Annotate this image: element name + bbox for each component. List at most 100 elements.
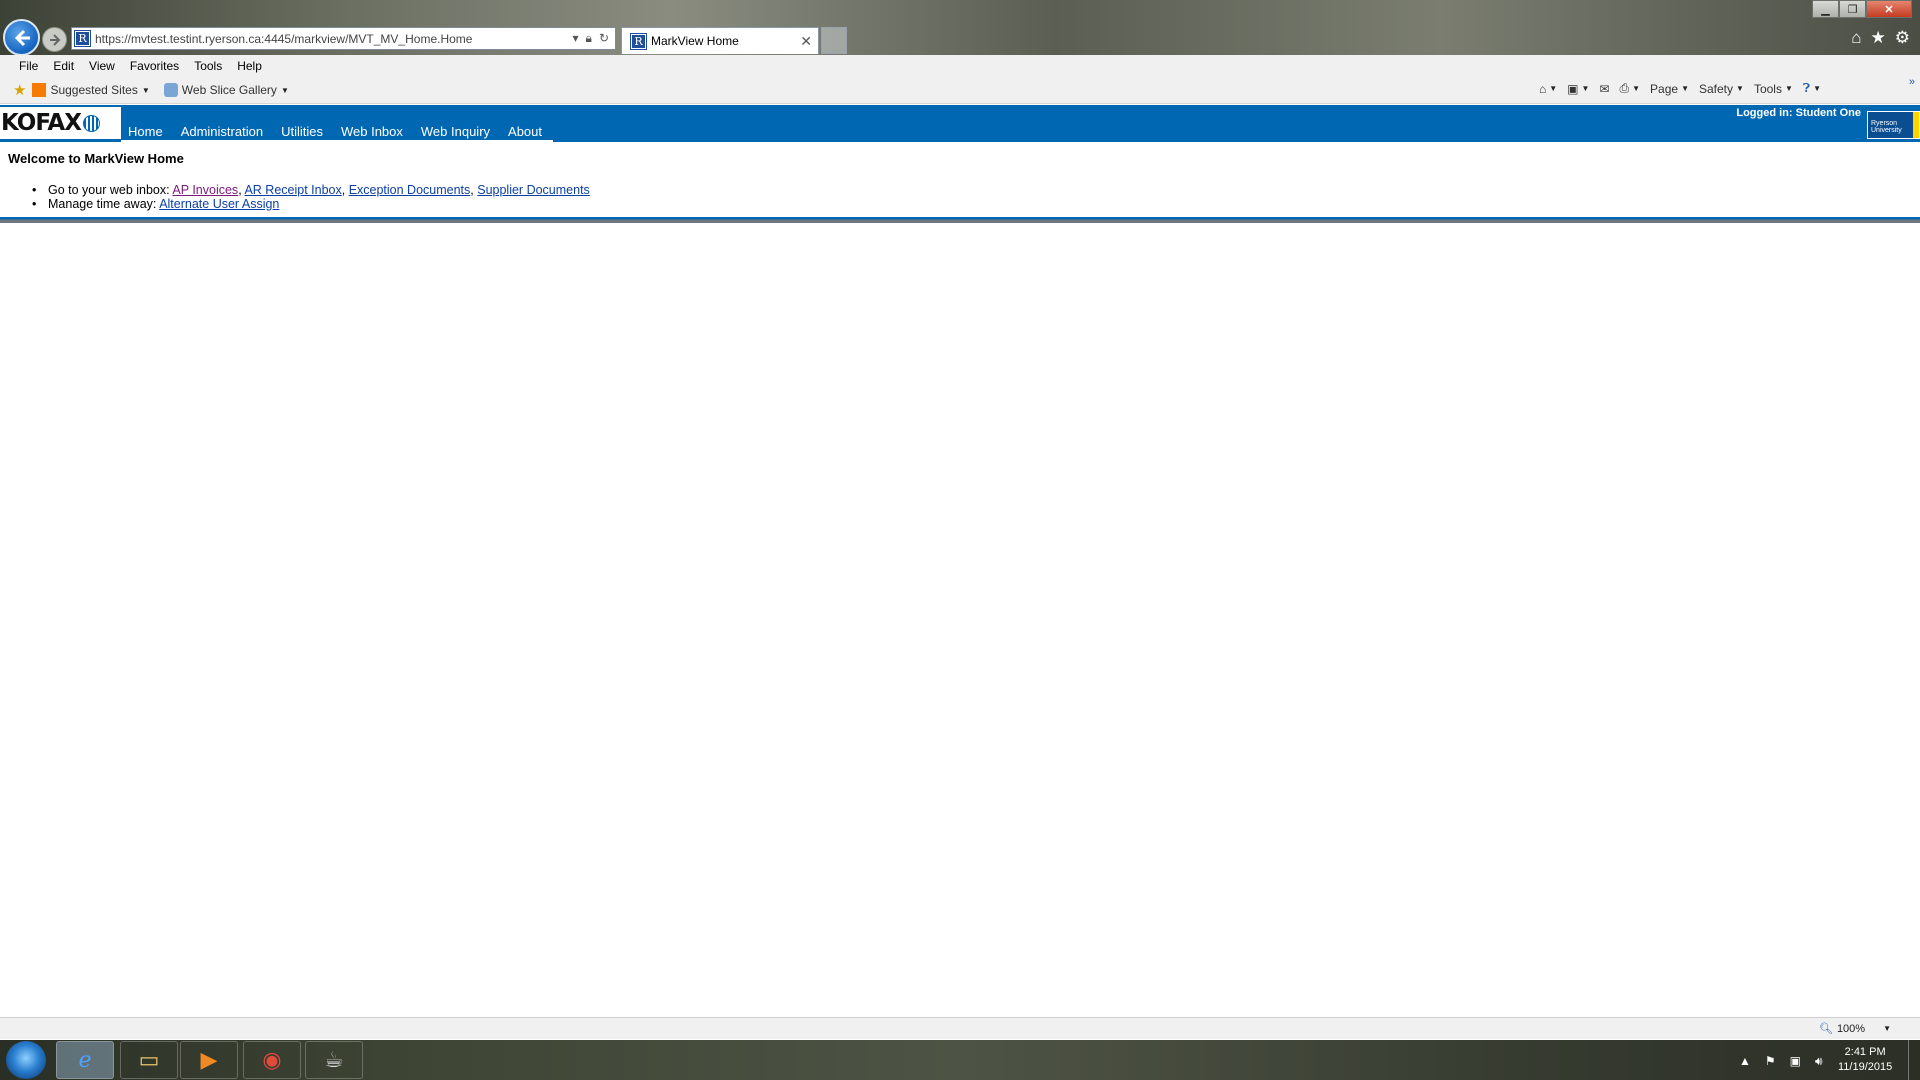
taskbar-media-player[interactable]: ▶ (180, 1041, 238, 1079)
nav-administration[interactable]: Administration (174, 124, 272, 140)
home-command[interactable]: ⌂ ▼ (1539, 82, 1557, 96)
menu-favorites[interactable]: Favorites (130, 59, 179, 73)
back-button[interactable] (3, 19, 40, 56)
logged-in-user: Logged in: Student One (1736, 107, 1861, 119)
show-desktop-button[interactable] (1908, 1040, 1920, 1080)
back-arrow-icon (14, 29, 30, 46)
tab-title: MarkView Home (651, 34, 739, 48)
page-menu-label: Page (1650, 81, 1679, 96)
media-player-icon: ▶ (200, 1047, 218, 1072)
globe-icon (82, 114, 100, 132)
print-command[interactable]: ⎙ ▼ (1620, 81, 1641, 96)
chevron-down-icon: ▼ (1736, 84, 1744, 93)
tools-menu[interactable]: Tools ▼ (1754, 82, 1793, 96)
settings-gear-icon[interactable]: ⚙ (1895, 28, 1910, 48)
add-favorite-star-icon[interactable]: ★ (13, 81, 26, 99)
page-divider (0, 217, 1920, 223)
list-item: Go to your web inbox: AP Invoices, AR Re… (32, 183, 590, 197)
menu-file[interactable]: File (19, 59, 38, 73)
list-item: Manage time away: Alternate User Assign (32, 197, 590, 211)
dropdown-icon[interactable]: ▾ (573, 31, 579, 46)
windows-taskbar: e ▭ ▶ ◉ ☕︎ ▲ ⚑ ▣ 🔊︎ 2:41 PM 11/19/2015 (0, 1040, 1920, 1080)
link-alternate-user-assign[interactable]: Alternate User Assign (159, 197, 279, 211)
restore-button[interactable]: ❐ (1839, 0, 1866, 18)
show-hidden-icons-icon[interactable]: ▲ (1739, 1054, 1751, 1069)
printer-icon: ⎙ (1619, 81, 1630, 95)
lock-icon[interactable]: 🔒︎ (586, 31, 592, 46)
nav-home[interactable]: Home (121, 124, 172, 140)
nav-web-inquiry[interactable]: Web Inquiry (414, 124, 499, 140)
forward-button[interactable] (42, 27, 67, 52)
close-window-button[interactable]: ✕ (1866, 0, 1912, 18)
site-favicon-icon: R (74, 30, 91, 47)
browser-titlebar: R https://mvtest.testint.ryerson.ca:4445… (0, 0, 1920, 56)
zoom-level: 100% (1836, 1022, 1866, 1035)
command-bar: ⌂ ▼ ▣ ▼ ✉ ⎙ ▼ Page ▼ Safety ▼ Tools ▼ ❓︎ ▼ (1539, 81, 1821, 96)
refresh-icon[interactable]: ↻ (599, 31, 609, 46)
chevron-down-icon: ▼ (1883, 1024, 1891, 1033)
link-supplier-documents[interactable]: Supplier Documents (477, 183, 590, 197)
chevron-down-icon: ▼ (1632, 84, 1641, 93)
nav-utilities[interactable]: Utilities (274, 124, 332, 140)
zoom-control[interactable]: 🔍︎ 100% ▼ (1819, 1022, 1891, 1036)
nav-web-inbox[interactable]: Web Inbox (334, 124, 412, 140)
taskbar-internet-explorer[interactable]: e (56, 1041, 114, 1079)
java-icon: ☕︎ (324, 1047, 344, 1072)
toolbar-overflow-chevron-icon[interactable]: » (1909, 76, 1915, 88)
taskbar-clock[interactable]: 2:41 PM 11/19/2015 (1838, 1045, 1892, 1075)
app-navigation: Home Administration Utilities Web Inbox … (121, 105, 554, 142)
start-button[interactable] (6, 1041, 46, 1079)
address-url[interactable]: https://mvtest.testint.ryerson.ca:4445/m… (95, 32, 573, 46)
tab-favicon-icon: R (630, 32, 647, 50)
action-center-flag-icon[interactable]: ⚑ (1765, 1054, 1776, 1069)
chevron-down-icon: ▼ (1813, 84, 1822, 93)
system-tray: ▲ ⚑ ▣ 🔊︎ (1739, 1054, 1823, 1069)
link-ap-invoices[interactable]: AP Invoices (172, 183, 238, 197)
window-controls: ▁ ❐ ✕ (1812, 0, 1912, 18)
menu-help[interactable]: Help (237, 59, 262, 73)
status-bar: 🔍︎ 100% ▼ (0, 1017, 1920, 1039)
chevron-down-icon: ▼ (1681, 84, 1689, 93)
inbox-prefix: Go to your web inbox: (48, 183, 170, 197)
menu-view[interactable]: View (89, 59, 115, 73)
favorite-suggested-sites[interactable]: Suggested Sites ▼ (32, 83, 150, 97)
institution-name-line1: Ryerson (1871, 120, 1898, 127)
favorites-bar: ★ Suggested Sites ▼ Web Slice Gallery ▼ … (0, 76, 1920, 104)
close-tab-icon[interactable]: ✕ (800, 33, 812, 50)
network-icon[interactable]: ▣ (1790, 1054, 1801, 1069)
taskbar-file-explorer[interactable]: ▭ (120, 1041, 178, 1079)
page-menu[interactable]: Page ▼ (1650, 82, 1689, 96)
help-menu[interactable]: ❓︎ ▼ (1803, 81, 1821, 96)
link-ar-receipt-inbox[interactable]: AR Receipt Inbox (244, 183, 341, 197)
tools-menu-label: Tools (1753, 81, 1782, 96)
feeds-command[interactable]: ▣ ▼ (1567, 82, 1589, 96)
address-bar[interactable]: R https://mvtest.testint.ryerson.ca:4445… (71, 27, 616, 50)
tab-markview-home[interactable]: R MarkView Home ✕ (621, 27, 819, 54)
favorites-star-icon[interactable]: ★ (1871, 28, 1886, 48)
taskbar-chrome[interactable]: ◉ (243, 1041, 301, 1079)
link-exception-documents[interactable]: Exception Documents (349, 183, 471, 197)
mail-icon: ✉ (1599, 81, 1610, 96)
page-title: Welcome to MarkView Home (8, 151, 184, 166)
safety-menu[interactable]: Safety ▼ (1699, 82, 1744, 96)
favorite-web-slice-gallery[interactable]: Web Slice Gallery ▼ (163, 83, 289, 97)
rss-feed-icon: ▣ (1567, 81, 1579, 96)
read-mail-command[interactable]: ✉ (1599, 82, 1609, 96)
chevron-down-icon: ▼ (1581, 84, 1590, 93)
clock-time: 2:41 PM (1844, 1046, 1886, 1058)
time-away-prefix: Manage time away: (48, 197, 157, 211)
minimize-button[interactable]: ▁ (1812, 0, 1839, 18)
app-header: KOFAX Home Administration Utilities Web … (0, 105, 1920, 142)
chevron-down-icon: ▼ (141, 85, 150, 95)
new-tab-button[interactable] (821, 27, 847, 54)
folder-icon: ▭ (138, 1047, 160, 1072)
menu-edit[interactable]: Edit (53, 59, 74, 73)
menu-tools[interactable]: Tools (194, 59, 222, 73)
web-slice-icon (163, 83, 178, 97)
menu-bar: File Edit View Favorites Tools Help (0, 55, 1920, 76)
volume-icon[interactable]: 🔊︎ (1815, 1054, 1823, 1069)
home-icon[interactable]: ⌂ (1851, 28, 1861, 48)
taskbar-java[interactable]: ☕︎ (305, 1041, 363, 1079)
logo-text: KOFAX (1, 110, 82, 136)
nav-about[interactable]: About (501, 124, 551, 140)
